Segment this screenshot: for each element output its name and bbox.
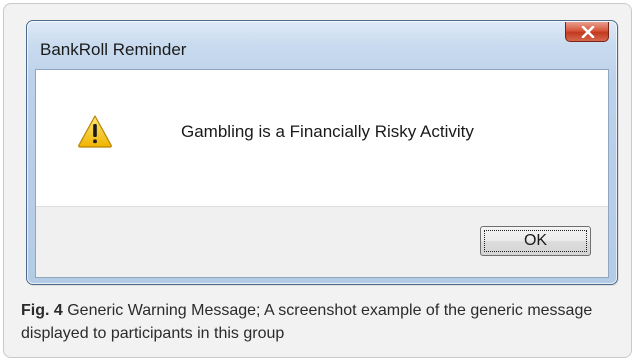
button-bar: OK xyxy=(36,206,608,277)
figure-frame: BankRoll Reminder Gambling is a Financia… xyxy=(3,3,632,358)
caption-label: Fig. 4 xyxy=(21,302,63,319)
dialog-client-area: Gambling is a Financially Risky Activity… xyxy=(35,69,609,278)
warning-message: Gambling is a Financially Risky Activity xyxy=(181,122,474,141)
dialog-titlebar[interactable]: BankRoll Reminder xyxy=(27,21,617,66)
message-area: Gambling is a Financially Risky Activity xyxy=(36,70,608,206)
close-button[interactable] xyxy=(565,22,609,42)
ok-button[interactable]: OK xyxy=(480,226,591,256)
caption-text: Generic Warning Message; A screenshot ex… xyxy=(21,302,593,342)
close-icon xyxy=(581,26,595,38)
ok-button-label: OK xyxy=(523,232,548,249)
dialog-title: BankRoll Reminder xyxy=(40,40,187,59)
figure-caption: Fig. 4 Generic Warning Message; A screen… xyxy=(21,299,621,345)
warning-icon xyxy=(78,115,112,148)
dialog-window: BankRoll Reminder Gambling is a Financia… xyxy=(26,20,618,285)
